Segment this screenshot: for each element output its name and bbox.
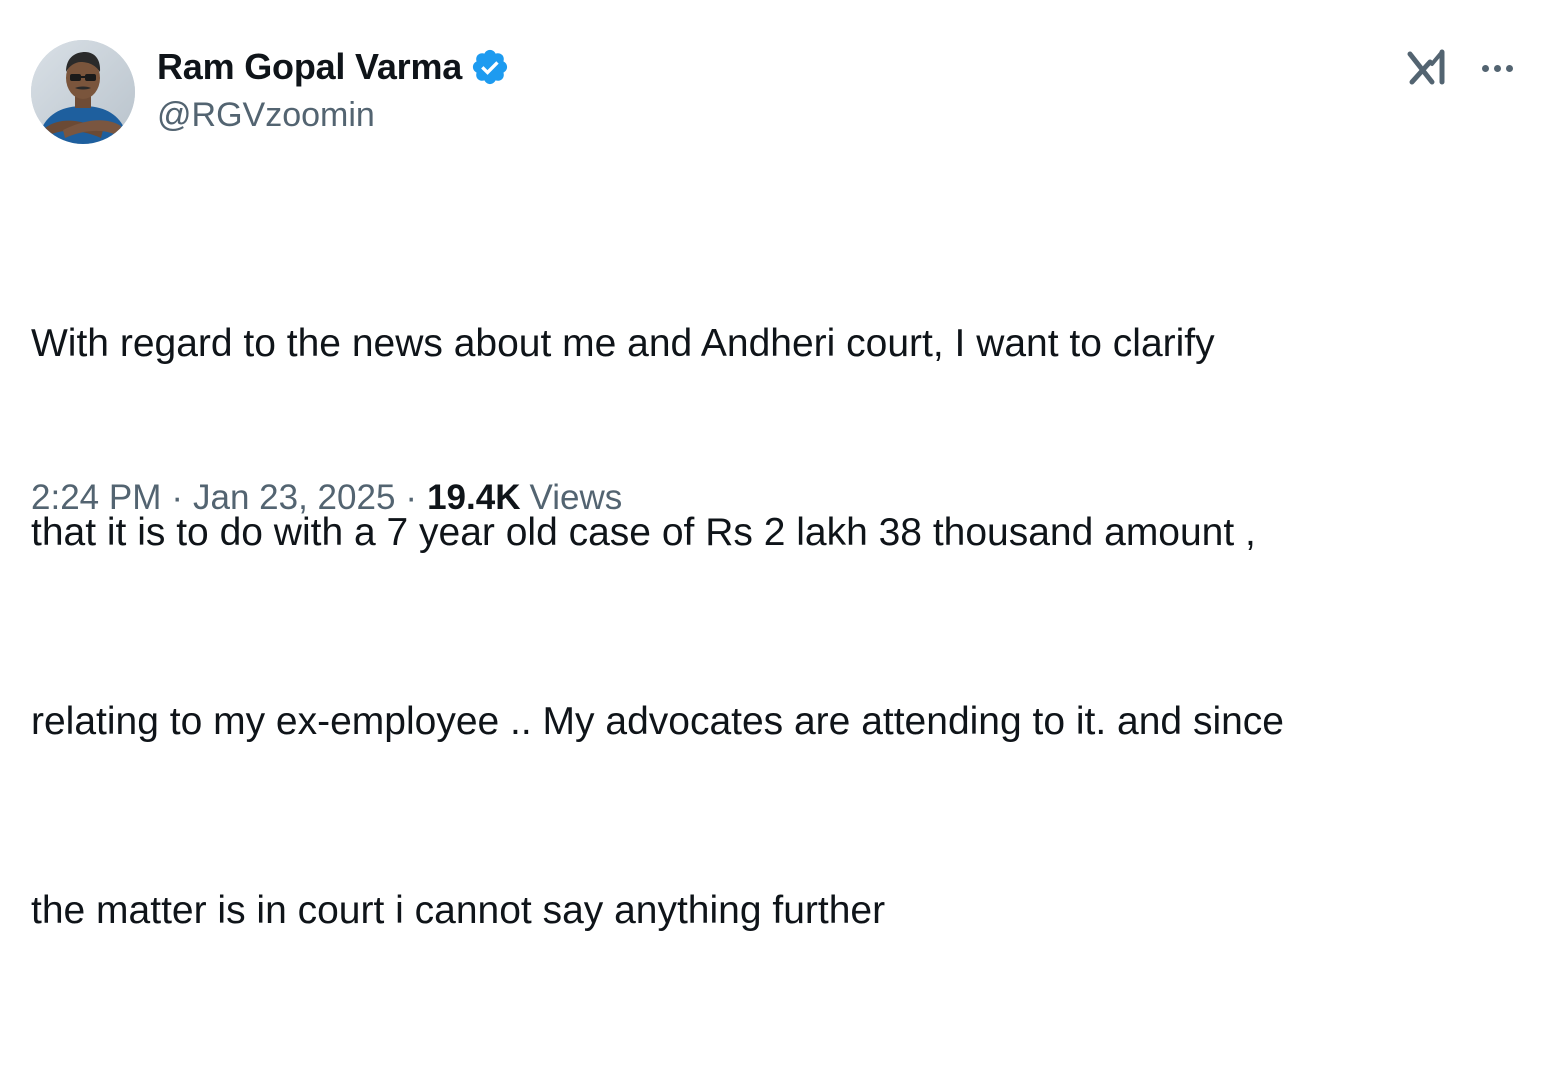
- grok-icon[interactable]: [1406, 48, 1448, 88]
- avatar-image: [31, 40, 135, 144]
- more-options-icon[interactable]: [1478, 48, 1517, 88]
- more-dot: [1494, 64, 1501, 72]
- views-count[interactable]: 19.4K: [427, 478, 520, 518]
- meta-separator: ·: [171, 478, 184, 517]
- tweet-card: Ram Gopal Varma @RGVzoomin With regard t…: [0, 0, 1561, 932]
- more-dot: [1506, 64, 1513, 72]
- author-name-row: Ram Gopal Varma: [157, 44, 510, 90]
- tweet-text: With regard to the news about me and And…: [31, 186, 1531, 1068]
- meta-separator: ·: [405, 478, 418, 517]
- tweet-text-line: the matter is in court i cannot say anyt…: [31, 889, 886, 932]
- tweet-date[interactable]: Jan 23, 2025: [193, 478, 395, 518]
- more-dot: [1482, 64, 1489, 72]
- verified-badge-icon[interactable]: [470, 47, 510, 87]
- tweet-text-line: With regard to the news about me and And…: [31, 322, 1215, 365]
- tweet-text-line: relating to my ex-employee .. My advocat…: [31, 700, 1284, 743]
- author-info: Ram Gopal Varma @RGVzoomin: [157, 44, 510, 135]
- author-handle[interactable]: @RGVzoomin: [157, 96, 510, 135]
- views-label: Views: [529, 478, 623, 517]
- tweet-time[interactable]: 2:24 PM: [31, 478, 161, 518]
- header-actions: [1406, 48, 1517, 88]
- author-display-name[interactable]: Ram Gopal Varma: [157, 46, 462, 88]
- tweet-meta: 2:24 PM · Jan 23, 2025 · 19.4K Views: [31, 478, 622, 518]
- avatar[interactable]: [31, 40, 135, 144]
